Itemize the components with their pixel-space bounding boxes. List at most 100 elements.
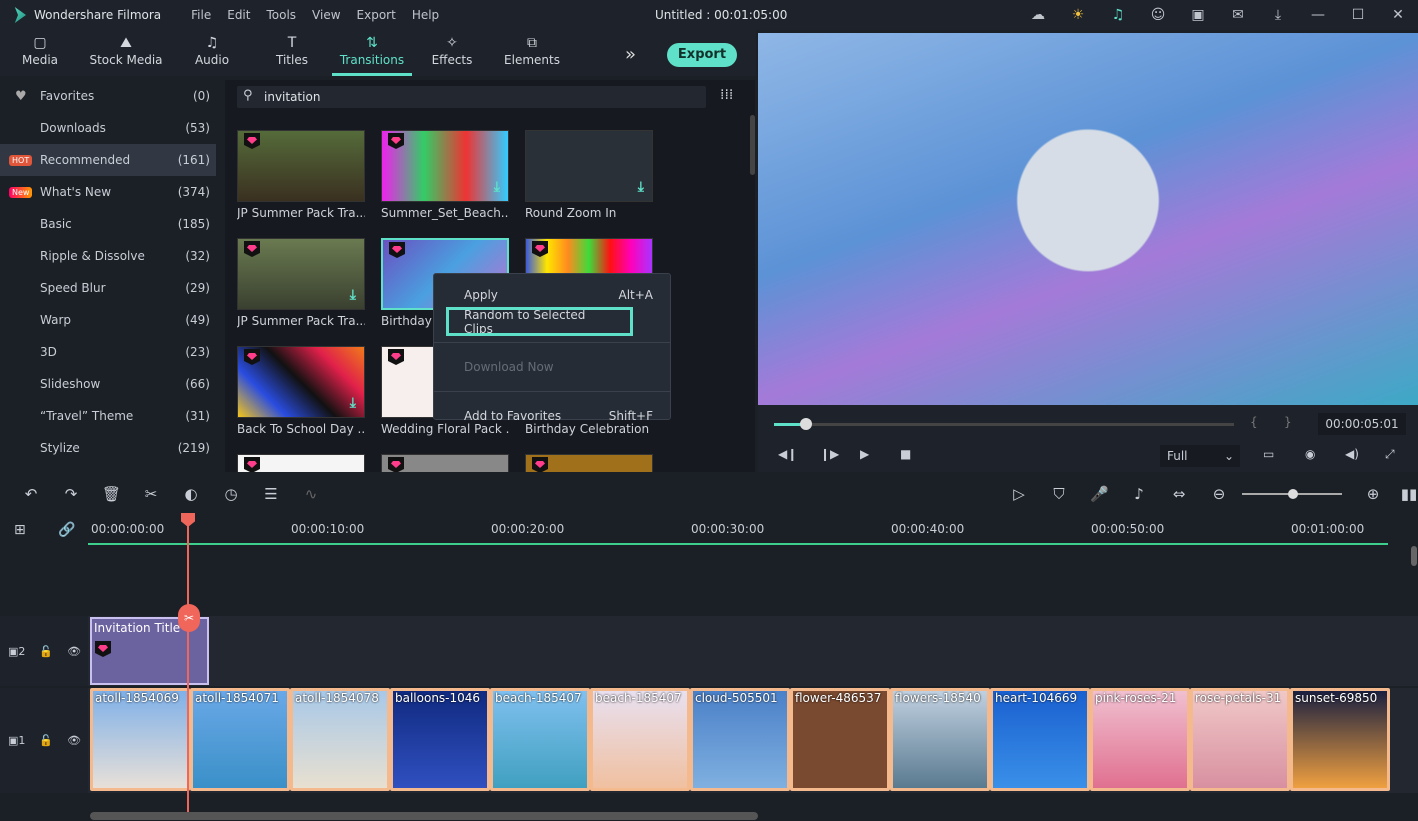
- link-icon[interactable]: 🔗: [58, 522, 75, 538]
- context-menu-item[interactable]: Random to Selected Clips: [446, 307, 633, 336]
- menu-export[interactable]: Export: [357, 8, 396, 22]
- playhead[interactable]: [187, 515, 189, 815]
- sidebar-item[interactable]: 3D (23): [0, 336, 216, 368]
- play-icon[interactable]: ▶: [860, 447, 869, 461]
- video-clip[interactable]: flowers-18540: [890, 688, 990, 791]
- sidebar-item[interactable]: Warp (49): [0, 304, 216, 336]
- download-icon[interactable]: ⤓: [350, 395, 356, 411]
- transition-tile[interactable]: ⤓ Round Zoom In: [525, 130, 653, 220]
- tab-media[interactable]: ▢ Media: [0, 30, 80, 76]
- video-clip[interactable]: beach-185407: [590, 688, 690, 791]
- transition-tile[interactable]: [237, 454, 365, 472]
- video-clip[interactable]: balloons-1046: [390, 688, 490, 791]
- time-ruler[interactable]: 00:00:00:00 00:00:10:00 00:00:20:00 00:00:3…: [88, 515, 1388, 545]
- headset-icon[interactable]: ♫: [1098, 7, 1138, 23]
- maximize-icon[interactable]: ☐: [1338, 7, 1378, 23]
- progress-track[interactable]: [774, 423, 1234, 426]
- audio-wave-icon[interactable]: ∿: [302, 485, 320, 503]
- progress-handle[interactable]: [800, 418, 813, 430]
- lock-icon[interactable]: 🔓: [39, 645, 53, 658]
- video-clip[interactable]: atoll-1854078: [290, 688, 390, 791]
- video-clip[interactable]: pink-roses-21: [1090, 688, 1190, 791]
- video-clip[interactable]: atoll-1854071: [190, 688, 290, 791]
- video-clip[interactable]: atoll-1854069: [90, 688, 190, 791]
- speed-icon[interactable]: ◷: [222, 485, 240, 503]
- video-clip[interactable]: sunset-69850: [1290, 688, 1390, 791]
- cloud-icon[interactable]: ☁: [1018, 7, 1058, 23]
- color-icon[interactable]: ◐: [182, 485, 200, 503]
- lock-icon[interactable]: 🔓: [39, 734, 53, 747]
- menu-edit[interactable]: Edit: [227, 8, 250, 22]
- context-menu-item[interactable]: Add to Favorites Shift+F: [434, 401, 670, 431]
- vertical-scrollbar[interactable]: [1411, 546, 1417, 566]
- context-menu-item[interactable]: Apply Alt+A: [434, 280, 670, 310]
- sidebar-item[interactable]: New What's New (374): [0, 176, 216, 208]
- adjust-icon[interactable]: ☰: [262, 485, 280, 503]
- export-button[interactable]: Export: [667, 43, 737, 67]
- voiceover-icon[interactable]: ♪: [1130, 485, 1148, 503]
- display-icon[interactable]: ▭: [1263, 447, 1274, 461]
- download-icon[interactable]: ⤓: [494, 179, 500, 195]
- transition-tile[interactable]: [381, 454, 509, 472]
- video-clip[interactable]: heart-104669: [990, 688, 1090, 791]
- layout-icon[interactable]: ▮▮: [1400, 485, 1418, 503]
- sidebar-item[interactable]: Stylize (219): [0, 432, 216, 464]
- mark-out-icon[interactable]: }: [1284, 415, 1292, 429]
- transition-tile[interactable]: ⤓ Back To School Day ...: [237, 346, 365, 436]
- eye-icon[interactable]: 👁: [67, 734, 81, 747]
- tab-transitions[interactable]: ⇅ Transitions: [332, 30, 412, 76]
- eye-icon[interactable]: 👁: [67, 645, 81, 658]
- more-tabs-icon[interactable]: »: [625, 44, 636, 65]
- add-track-icon[interactable]: ⊞: [14, 522, 26, 538]
- tab-elements[interactable]: ⧉ Elements: [492, 30, 572, 76]
- account-icon[interactable]: ☺: [1138, 7, 1178, 23]
- marker-icon[interactable]: ⛉: [1050, 485, 1068, 503]
- tab-titles[interactable]: T Titles: [252, 30, 332, 76]
- snapshot-icon[interactable]: ◉: [1305, 447, 1315, 461]
- cut-icon[interactable]: ✂: [142, 485, 160, 503]
- horizontal-scrollbar[interactable]: [90, 812, 758, 820]
- render-icon[interactable]: ▷: [1010, 485, 1028, 503]
- grid-view-icon[interactable]: ⁞⁞⁞: [720, 87, 733, 103]
- video-clip[interactable]: beach-185407: [490, 688, 590, 791]
- sidebar-item[interactable]: Slideshow (66): [0, 368, 216, 400]
- transition-tile[interactable]: ⤓ Summer_Set_Beach...: [381, 130, 509, 220]
- sidebar-item[interactable]: ♥ Favorites (0): [0, 80, 216, 112]
- transition-tile[interactable]: ⤓ JP Summer Pack Tra...: [237, 238, 365, 328]
- tab-effects[interactable]: ✧ Effects: [412, 30, 492, 76]
- volume-icon[interactable]: ◀): [1345, 447, 1359, 461]
- menu-view[interactable]: View: [312, 8, 340, 22]
- video-clip[interactable]: rose-petals-31: [1190, 688, 1290, 791]
- undo-icon[interactable]: ↶: [22, 485, 40, 503]
- sidebar-item[interactable]: HOT Recommended (161): [0, 144, 216, 176]
- download-icon[interactable]: ⤓: [1258, 7, 1298, 23]
- close-icon[interactable]: ✕: [1378, 7, 1418, 23]
- download-icon[interactable]: ⤓: [638, 179, 644, 195]
- zoom-slider[interactable]: [1242, 489, 1342, 499]
- sidebar-item[interactable]: Basic (185): [0, 208, 216, 240]
- sidebar-item[interactable]: Downloads (53): [0, 112, 216, 144]
- mark-in-icon[interactable]: {: [1250, 415, 1258, 429]
- menu-help[interactable]: Help: [412, 8, 439, 22]
- minimize-icon[interactable]: —: [1298, 7, 1338, 23]
- stop-icon[interactable]: ■: [900, 447, 911, 461]
- sidebar-item[interactable]: Speed Blur (29): [0, 272, 216, 304]
- grid-scrollbar[interactable]: [750, 115, 755, 175]
- bulb-icon[interactable]: ☀: [1058, 7, 1098, 23]
- transition-tile[interactable]: JP Summer Pack Tra...: [237, 130, 365, 220]
- fit-icon[interactable]: ⇔: [1170, 485, 1188, 503]
- video-clip[interactable]: flower-486537: [790, 688, 890, 791]
- video-clip[interactable]: cloud-505501: [690, 688, 790, 791]
- tab-stock-media[interactable]: ⛰ Stock Media: [80, 30, 172, 76]
- play-forward-icon[interactable]: ❙▶: [820, 447, 839, 461]
- delete-icon[interactable]: 🗑: [102, 485, 121, 503]
- mail-icon[interactable]: ✉: [1218, 7, 1258, 23]
- zoom-out-icon[interactable]: ⊖: [1210, 485, 1228, 503]
- sidebar-item[interactable]: Ripple & Dissolve (32): [0, 240, 216, 272]
- search-input[interactable]: invitation: [237, 86, 706, 108]
- zoom-in-icon[interactable]: ⊕: [1364, 485, 1382, 503]
- transition-tile[interactable]: [525, 454, 653, 472]
- menu-file[interactable]: File: [191, 8, 211, 22]
- fullscreen-icon[interactable]: ⤢: [1385, 447, 1395, 462]
- mic-icon[interactable]: 🎤: [1090, 485, 1109, 503]
